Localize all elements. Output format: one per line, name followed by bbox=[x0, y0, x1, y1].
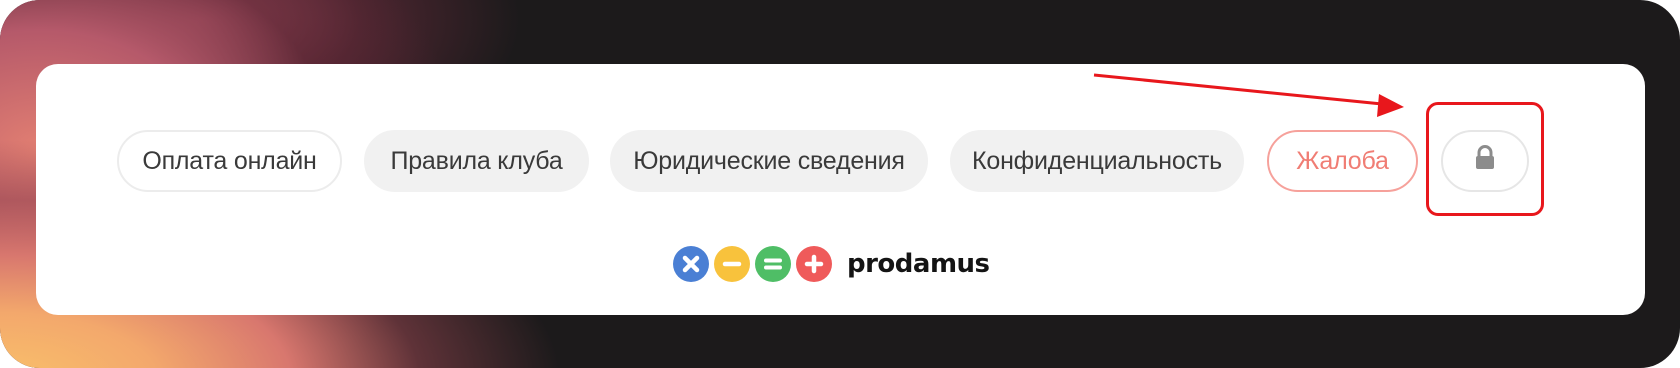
brand-name: prodamus bbox=[847, 249, 990, 279]
plus-icon bbox=[796, 246, 832, 282]
multiply-icon bbox=[673, 246, 709, 282]
minus-icon bbox=[714, 246, 750, 282]
annotation-arrow bbox=[1093, 73, 1404, 117]
equals-icon bbox=[755, 246, 791, 282]
screenshot-frame: Оплата онлайн Правила клуба Юридические … bbox=[0, 0, 1680, 368]
brand-logo: prodamus bbox=[673, 245, 990, 283]
